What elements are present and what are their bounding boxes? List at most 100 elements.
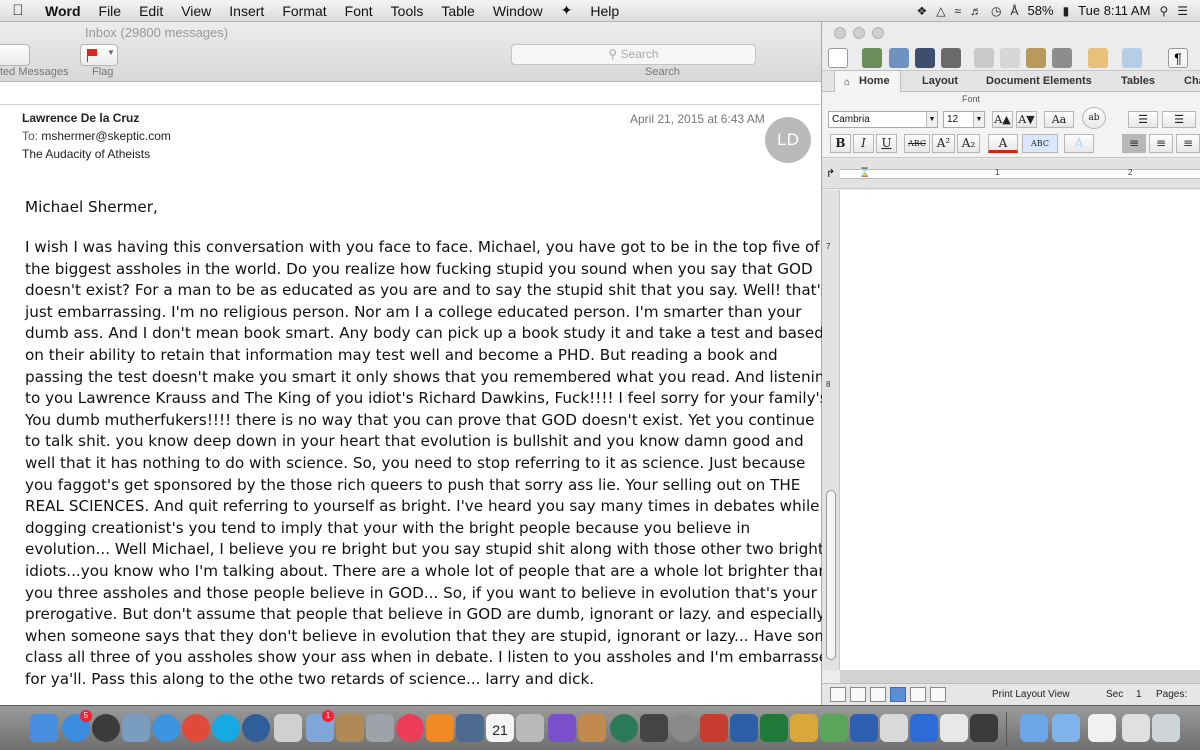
safari-icon[interactable] xyxy=(152,714,180,742)
script-editor-icon[interactable] xyxy=(880,714,908,742)
menu-tools[interactable]: Tools xyxy=(382,3,433,19)
menu-font[interactable]: Font xyxy=(336,3,382,19)
messages-icon[interactable] xyxy=(790,714,818,742)
highlight-button[interactable]: ABC xyxy=(1022,134,1058,153)
notes-icon[interactable] xyxy=(274,714,302,742)
menu-help[interactable]: Help xyxy=(581,3,628,19)
menu-view[interactable]: View xyxy=(172,3,220,19)
ibooks-icon[interactable] xyxy=(426,714,454,742)
time-machine-icon[interactable]: ◷ xyxy=(991,4,1001,18)
finder-icon[interactable] xyxy=(30,714,58,742)
applications-folder-icon[interactable] xyxy=(1020,714,1048,742)
menu-clock[interactable]: Tue 8:11 AM xyxy=(1078,3,1150,18)
zoom-window-button[interactable] xyxy=(872,27,884,39)
copy-icon[interactable] xyxy=(1000,48,1020,68)
tab-home[interactable]: ⌂ Home xyxy=(834,70,901,93)
facetime-icon[interactable] xyxy=(820,714,848,742)
open-icon[interactable] xyxy=(889,48,909,68)
vertical-scrollbar[interactable] xyxy=(826,490,836,660)
format-painter-icon[interactable] xyxy=(1052,48,1072,68)
dvd-player-icon[interactable] xyxy=(640,714,668,742)
text-effects-button[interactable]: A xyxy=(1064,134,1094,153)
powerpoint-icon[interactable] xyxy=(700,714,728,742)
publishing-view-icon[interactable] xyxy=(870,687,886,702)
bullets-icon[interactable]: ☰ xyxy=(1128,111,1158,128)
strikethrough-button[interactable]: ABC xyxy=(904,134,930,153)
print-layout-view-icon[interactable] xyxy=(890,687,906,702)
italic-button[interactable]: I xyxy=(853,134,874,153)
notebook-view-icon[interactable] xyxy=(910,687,926,702)
font-color-button[interactable]: A xyxy=(988,134,1018,153)
tab-stop-selector-icon[interactable]: ↱ xyxy=(826,167,835,180)
align-right-button[interactable]: ≡ xyxy=(1176,134,1200,153)
time-machine-dock-icon[interactable] xyxy=(610,714,638,742)
xcode-icon[interactable] xyxy=(910,714,938,742)
superscript-button[interactable]: A² xyxy=(932,134,955,153)
battery-icon[interactable]: ▮ xyxy=(1063,4,1070,18)
tab-tables[interactable]: Tables xyxy=(1121,75,1155,87)
photos-icon[interactable] xyxy=(456,714,484,742)
document-page[interactable] xyxy=(840,190,1200,670)
word-icon[interactable] xyxy=(730,714,758,742)
menu-file[interactable]: File xyxy=(90,3,131,19)
itunes-icon[interactable] xyxy=(396,714,424,742)
search-input[interactable]: ⚲ Search xyxy=(511,44,756,65)
script-menu-icon[interactable]: ✦ xyxy=(552,2,582,19)
stocks-icon[interactable] xyxy=(850,714,878,742)
underline-button[interactable]: U xyxy=(876,134,897,153)
show-formatting-icon[interactable]: ¶ xyxy=(1168,48,1188,68)
preview-icon[interactable] xyxy=(366,714,394,742)
draft-view-icon[interactable] xyxy=(830,687,846,702)
textedit-icon[interactable] xyxy=(940,714,968,742)
trash-icon[interactable] xyxy=(1152,714,1180,742)
numbering-icon[interactable]: ☰ xyxy=(1162,111,1196,128)
skype-icon[interactable] xyxy=(212,714,240,742)
flag-button[interactable]: ▼ xyxy=(80,44,118,66)
globe-icon[interactable] xyxy=(242,714,270,742)
notification-center-icon[interactable]: ☰ xyxy=(1177,4,1188,18)
star-app-icon[interactable] xyxy=(548,714,576,742)
new-document-icon[interactable] xyxy=(828,48,848,68)
menu-window[interactable]: Window xyxy=(484,3,552,19)
clear-formatting-icon[interactable]: ab xyxy=(1082,107,1106,129)
dashboard-icon[interactable] xyxy=(92,714,120,742)
recent-file-icon[interactable] xyxy=(1122,714,1150,742)
bold-button[interactable]: B xyxy=(830,134,851,153)
dropbox-icon[interactable]: ❖ xyxy=(916,4,927,18)
close-window-button[interactable] xyxy=(834,27,846,39)
bluetooth-icon[interactable]: Å xyxy=(1011,4,1019,18)
terminal-icon[interactable] xyxy=(970,714,998,742)
cut-icon[interactable] xyxy=(974,48,994,68)
calendar-icon[interactable]: 21 xyxy=(486,714,514,742)
contacts-icon[interactable] xyxy=(336,714,364,742)
align-center-button[interactable]: ≡ xyxy=(1149,134,1173,153)
font-size-select[interactable]: 12 ▼ xyxy=(943,111,985,128)
photo-booth-icon[interactable] xyxy=(516,714,544,742)
wifi-icon[interactable]: ≈ xyxy=(954,4,961,18)
recipient-address[interactable]: mshermer@skeptic.com xyxy=(41,129,171,143)
change-case-button[interactable]: Aa xyxy=(1044,111,1074,128)
drive-icon[interactable]: △ xyxy=(936,4,945,18)
photo-icon[interactable] xyxy=(122,714,150,742)
print-icon[interactable] xyxy=(941,48,961,68)
subscript-button[interactable]: A₂ xyxy=(957,134,980,153)
indent-marker-icon[interactable]: ⌛ xyxy=(859,167,870,178)
documents-folder-icon[interactable] xyxy=(1052,714,1080,742)
grow-font-button[interactable]: A▲ xyxy=(992,111,1013,128)
templates-icon[interactable] xyxy=(862,48,882,68)
horizontal-ruler[interactable]: ↱ ⌛ 1 2 xyxy=(822,159,1200,189)
guitar-icon[interactable] xyxy=(578,714,606,742)
font-name-select[interactable]: Cambria ▼ xyxy=(828,111,938,128)
align-left-button[interactable]: ≡ xyxy=(1122,134,1146,153)
chrome-icon[interactable] xyxy=(182,714,210,742)
excel-icon[interactable] xyxy=(760,714,788,742)
minimize-window-button[interactable] xyxy=(853,27,865,39)
sender-name[interactable]: Lawrence De la Cruz xyxy=(22,111,139,125)
menu-insert[interactable]: Insert xyxy=(220,3,273,19)
save-icon[interactable] xyxy=(915,48,935,68)
apple-menu-icon[interactable]:  xyxy=(0,2,36,19)
menu-edit[interactable]: Edit xyxy=(130,3,172,19)
shrink-font-button[interactable]: A▼ xyxy=(1016,111,1037,128)
redo-icon[interactable] xyxy=(1122,48,1142,68)
mailbox-button[interactable] xyxy=(0,44,30,66)
